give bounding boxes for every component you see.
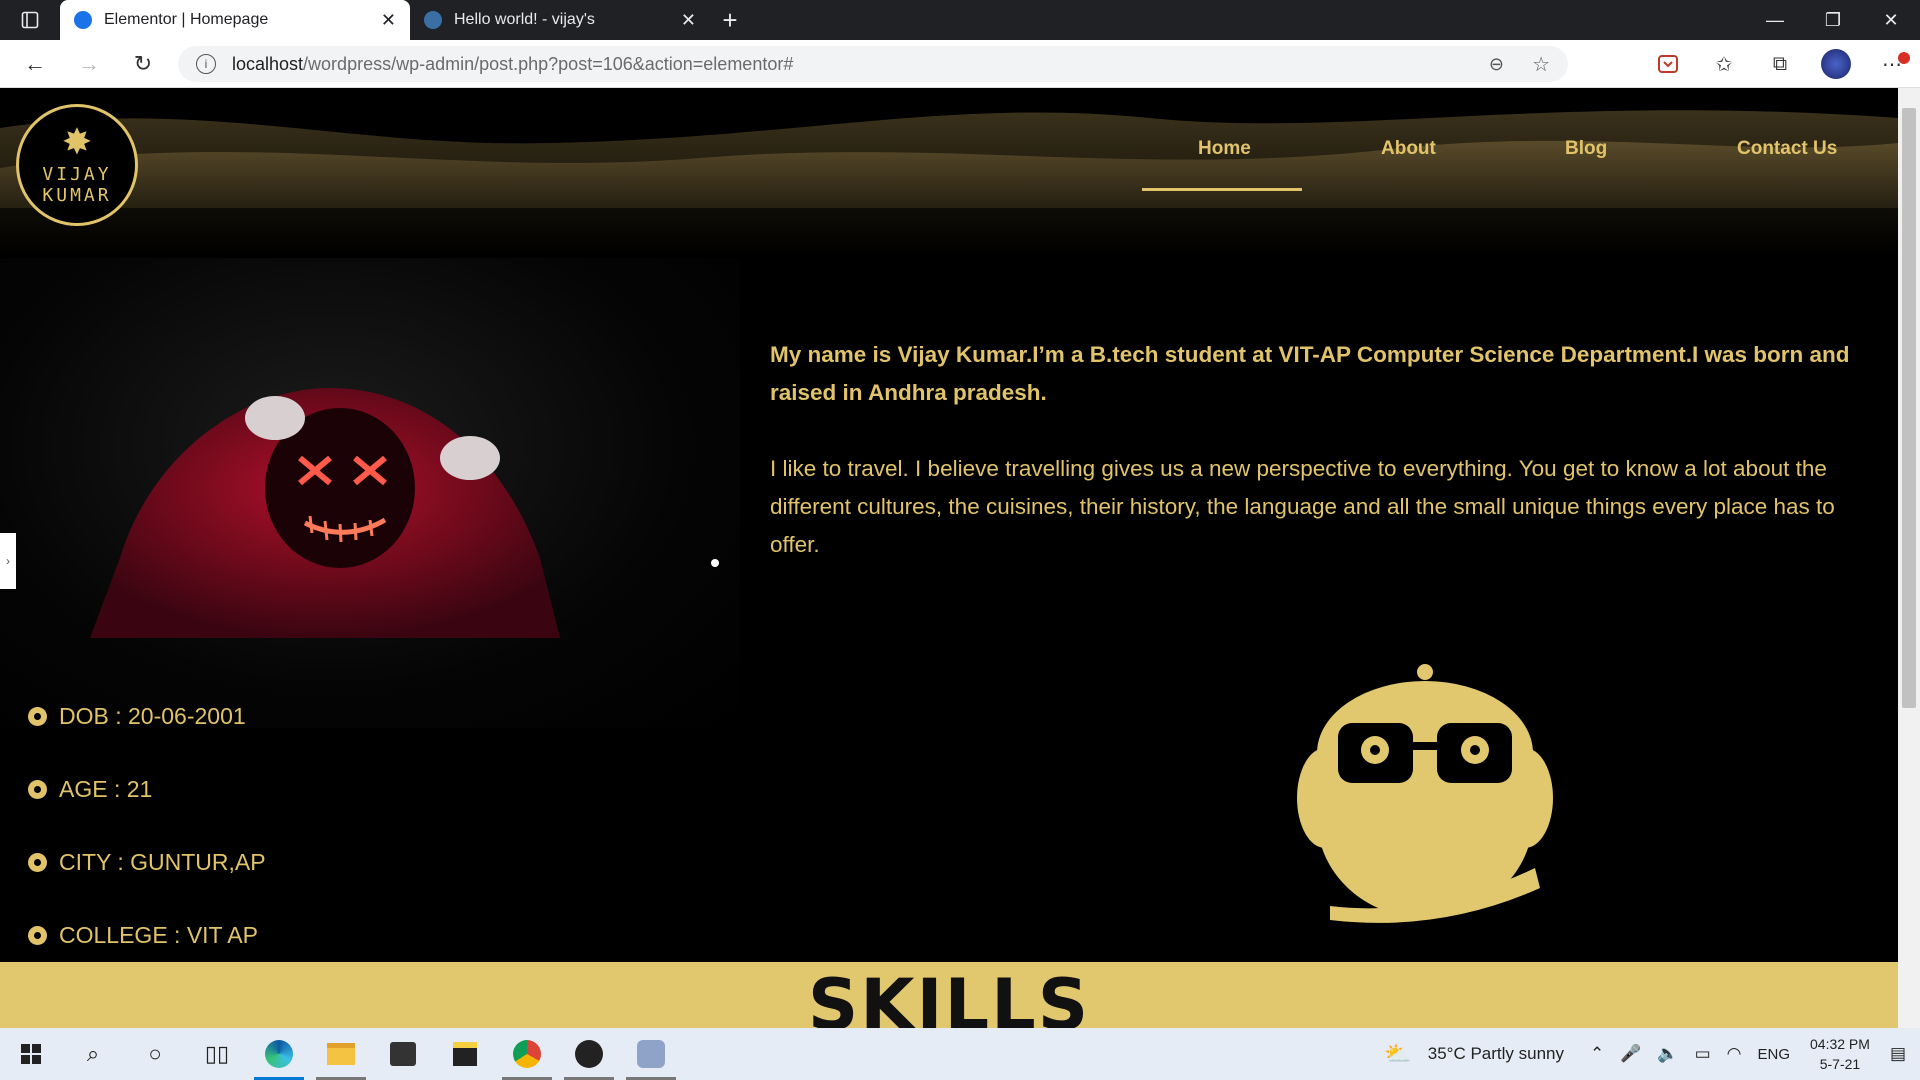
fact-text: COLLEGE : VIT AP bbox=[59, 922, 258, 948]
nav-active-indicator bbox=[1142, 188, 1302, 191]
skills-heading: SKILLS bbox=[807, 964, 1091, 1028]
panel-toggle-icon[interactable]: › bbox=[0, 533, 16, 589]
tab-title: Hello world! - vijay's bbox=[454, 11, 595, 28]
fact-text: AGE : 21 bbox=[59, 776, 153, 802]
microphone-icon[interactable]: 🎤 bbox=[1620, 1044, 1641, 1064]
edge-browser-icon[interactable] bbox=[248, 1028, 310, 1080]
url-field[interactable]: i localhost/wordpress/wp-admin/post.php?… bbox=[178, 46, 1568, 82]
wifi-icon[interactable]: ◠ bbox=[1727, 1044, 1742, 1064]
url-path: /wordpress/wp-admin/post.php?post=106&ac… bbox=[303, 53, 794, 74]
battery-icon[interactable]: ▭ bbox=[1695, 1044, 1711, 1064]
windows-start-icon[interactable] bbox=[0, 1028, 62, 1080]
task-view-icon[interactable]: ▯▯ bbox=[186, 1028, 248, 1080]
site-info-icon[interactable]: i bbox=[196, 54, 216, 74]
pocket-icon[interactable] bbox=[1640, 40, 1696, 88]
vertical-scrollbar[interactable] bbox=[1898, 88, 1920, 1028]
personal-facts-list: DOB : 20-06-2001 AGE : 21 CITY : GUNTUR,… bbox=[28, 680, 266, 972]
close-tab-icon[interactable]: ✕ bbox=[681, 10, 696, 31]
fact-dob: DOB : 20-06-2001 bbox=[28, 680, 266, 753]
collections-icon[interactable]: ⧉ bbox=[1752, 40, 1808, 88]
store-icon[interactable] bbox=[372, 1028, 434, 1080]
minimize-icon[interactable]: — bbox=[1746, 0, 1804, 40]
search-icon[interactable]: ⌕ bbox=[62, 1028, 124, 1080]
profile-avatar[interactable] bbox=[1808, 40, 1864, 88]
page-content: ✸ VIJAY KUMAR Home About Blog Contact Us bbox=[0, 88, 1898, 1028]
sticky-notes-icon[interactable] bbox=[434, 1028, 496, 1080]
logo-line-1: VIJAY bbox=[42, 164, 112, 185]
file-explorer-icon[interactable] bbox=[310, 1028, 372, 1080]
back-icon[interactable]: ← bbox=[8, 40, 62, 88]
tab-hello-world[interactable]: Hello world! - vijay's ✕ bbox=[410, 0, 710, 40]
show-hidden-icons-icon[interactable]: ⌃ bbox=[1590, 1044, 1604, 1064]
close-tab-icon[interactable]: ✕ bbox=[381, 10, 396, 31]
notifications-icon[interactable]: ▤ bbox=[1890, 1044, 1906, 1064]
language-indicator[interactable]: ENG bbox=[1757, 1046, 1790, 1063]
about-body: I like to travel. I believe travelling g… bbox=[770, 456, 1835, 557]
bullet-icon bbox=[28, 853, 47, 872]
logo-line-2: KUMAR bbox=[42, 185, 112, 206]
fact-age: AGE : 21 bbox=[28, 753, 266, 826]
add-favorite-icon[interactable]: ☆ bbox=[1532, 52, 1550, 77]
weather-text[interactable]: 35°C Partly sunny bbox=[1428, 1044, 1564, 1064]
site-logo[interactable]: ✸ VIJAY KUMAR bbox=[16, 104, 138, 226]
bullet-icon bbox=[28, 926, 47, 945]
forward-icon[interactable]: → bbox=[62, 40, 116, 88]
zoom-icon[interactable]: ⊖ bbox=[1489, 54, 1504, 75]
elementor-favicon-icon bbox=[74, 11, 92, 29]
new-tab-button[interactable]: + bbox=[710, 0, 750, 40]
nav-home[interactable]: Home bbox=[1198, 138, 1251, 160]
fact-text: DOB : 20-06-2001 bbox=[59, 703, 246, 729]
volume-icon[interactable]: 🔈 bbox=[1657, 1044, 1678, 1064]
chrome-icon[interactable] bbox=[496, 1028, 558, 1080]
nav-contact-us[interactable]: Contact Us bbox=[1737, 138, 1837, 160]
windows-taskbar: ⌕ ○ ▯▯ ⛅ 35°C Partly sunny ⌃ 🎤 🔈 ▭ ◠ ENG… bbox=[0, 1028, 1920, 1080]
tab-title: Elementor | Homepage bbox=[104, 11, 269, 28]
close-window-icon[interactable]: ✕ bbox=[1862, 0, 1920, 40]
fact-text: CITY : GUNTUR,AP bbox=[59, 849, 266, 875]
tab-actions-icon[interactable] bbox=[0, 0, 60, 40]
sun-icon: ✸ bbox=[61, 121, 93, 162]
about-intro: My name is Vijay Kumar.I’m a B.tech stud… bbox=[770, 342, 1850, 405]
whatsapp-icon[interactable] bbox=[558, 1028, 620, 1080]
nav-blog[interactable]: Blog bbox=[1565, 138, 1607, 160]
weather-icon[interactable]: ⛅ bbox=[1384, 1041, 1411, 1067]
fact-city: CITY : GUNTUR,AP bbox=[28, 826, 266, 899]
bullet-icon bbox=[28, 780, 47, 799]
skills-section: SKILLS bbox=[0, 962, 1898, 1028]
url-host: localhost bbox=[232, 53, 304, 74]
about-section: My name is Vijay Kumar.I’m a B.tech stud… bbox=[770, 336, 1890, 564]
hero-photo bbox=[0, 258, 740, 728]
favorites-icon[interactable]: ✩ bbox=[1696, 40, 1752, 88]
cortana-icon[interactable]: ○ bbox=[124, 1028, 186, 1080]
browser-tab-bar: Elementor | Homepage ✕ Hello world! - vi… bbox=[0, 0, 1920, 40]
toolbar-right: ✩ ⧉ ⋯ bbox=[1640, 40, 1920, 88]
bullet-icon bbox=[28, 707, 47, 726]
refresh-icon[interactable]: ↻ bbox=[116, 40, 170, 88]
clock[interactable]: 04:32 PM 5-7-21 bbox=[1810, 1034, 1870, 1074]
clock-date: 5-7-21 bbox=[1819, 1056, 1861, 1072]
window-controls: — ❐ ✕ bbox=[1746, 0, 1920, 40]
wordpress-favicon-icon bbox=[424, 11, 442, 29]
settings-app-icon[interactable] bbox=[620, 1028, 682, 1080]
scrollbar-thumb[interactable] bbox=[1902, 108, 1916, 708]
clock-time: 04:32 PM bbox=[1810, 1036, 1870, 1052]
system-tray: ⛅ 35°C Partly sunny ⌃ 🎤 🔈 ▭ ◠ ENG 04:32 … bbox=[1376, 1028, 1920, 1080]
restore-icon[interactable]: ❐ bbox=[1804, 0, 1862, 40]
nav-about[interactable]: About bbox=[1381, 138, 1436, 160]
more-menu-icon[interactable]: ⋯ bbox=[1864, 40, 1920, 88]
tab-elementor[interactable]: Elementor | Homepage ✕ bbox=[60, 0, 410, 40]
header-wave-background bbox=[0, 88, 1898, 258]
owl-icon bbox=[1297, 664, 1553, 923]
address-toolbar: ← → ↻ i localhost/wordpress/wp-admin/pos… bbox=[0, 40, 1920, 88]
hooded-figure-image bbox=[90, 388, 719, 638]
